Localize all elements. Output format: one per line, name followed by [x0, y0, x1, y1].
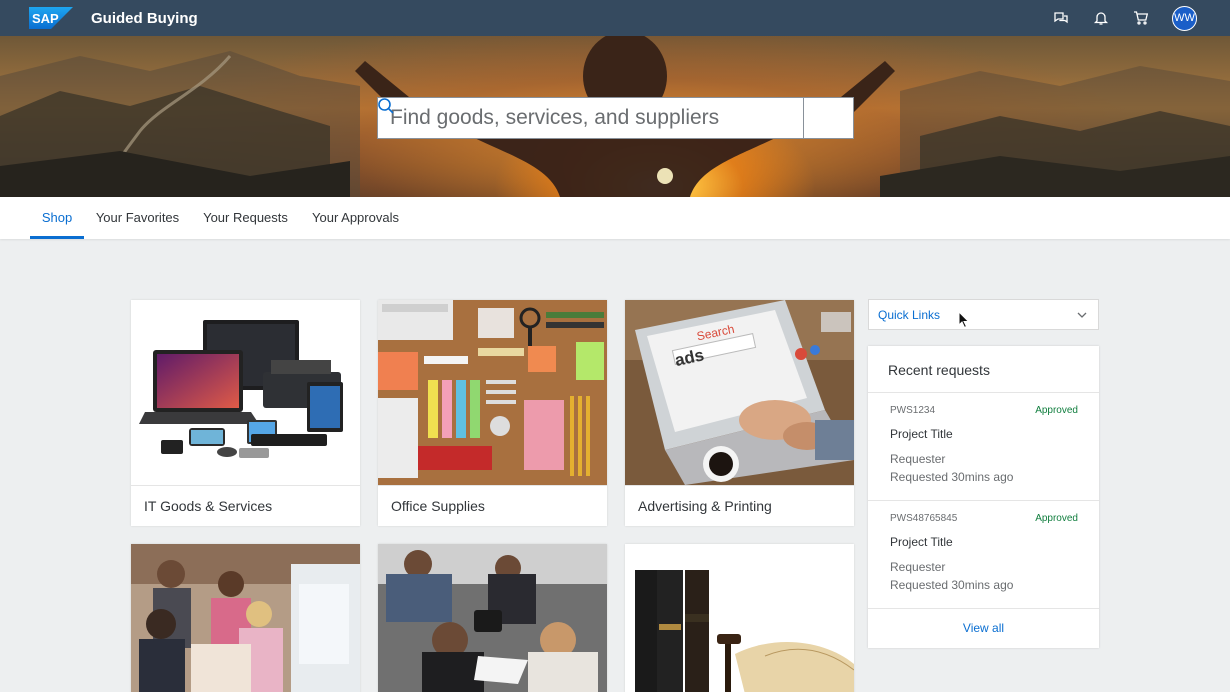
- status-badge: Approved: [1035, 405, 1078, 416]
- quick-links-label: Quick Links: [878, 307, 941, 322]
- category-card-5[interactable]: [378, 544, 607, 692]
- recent-requests-panel: Recent requests PWS1234 Approved Project…: [868, 346, 1099, 648]
- project-title: Project Title: [890, 535, 953, 549]
- tab-your-requests[interactable]: Your Requests: [198, 197, 293, 239]
- category-card-4[interactable]: [131, 544, 360, 692]
- business-meeting-image: [378, 544, 607, 692]
- request-time: Requested 30mins ago: [890, 470, 1014, 484]
- app-title: Guided Buying: [91, 9, 198, 27]
- bell-icon[interactable]: [1092, 9, 1110, 27]
- search-button[interactable]: [378, 97, 854, 139]
- search-icon: [378, 98, 394, 114]
- search-input[interactable]: [377, 97, 803, 139]
- mouse-cursor-icon: [958, 311, 970, 329]
- requester: Requester: [890, 560, 946, 574]
- requester: Requester: [890, 452, 946, 466]
- search-bar: [377, 97, 854, 139]
- sap-logo[interactable]: SAP: [29, 7, 73, 29]
- request-item[interactable]: PWS1234 Approved Project Title Requester…: [868, 392, 1099, 500]
- cart-icon[interactable]: [1132, 9, 1150, 27]
- tab-your-favorites[interactable]: Your Favorites: [90, 197, 185, 239]
- category-card-it-goods[interactable]: IT Goods & Services: [131, 300, 360, 526]
- chat-icon[interactable]: [1052, 9, 1070, 27]
- project-title: Project Title: [890, 427, 953, 441]
- team-meeting-image: [131, 544, 360, 692]
- tab-bar: Shop Your Favorites Your Requests Your A…: [0, 197, 1230, 239]
- category-card-6[interactable]: [625, 544, 854, 692]
- chevron-down-icon: [1077, 312, 1087, 318]
- shell-bar: SAP Guided Buying WW: [0, 0, 1230, 36]
- it-goods-image: [131, 300, 360, 485]
- request-item[interactable]: PWS48765845 Approved Project Title Reque…: [868, 500, 1099, 608]
- view-all-link[interactable]: View all: [868, 621, 1099, 635]
- user-avatar[interactable]: WW: [1172, 5, 1197, 31]
- request-id: PWS1234: [890, 405, 936, 416]
- advertising-image: Search ads: [625, 300, 854, 485]
- request-id: PWS48765845: [890, 513, 958, 524]
- recent-requests-title: Recent requests: [888, 362, 990, 378]
- office-supplies-image: [378, 300, 607, 485]
- sap-logo-text: SAP: [32, 11, 59, 26]
- tab-your-approvals[interactable]: Your Approvals: [306, 197, 405, 239]
- category-card-advertising[interactable]: Search ads Advertising & Printing: [625, 300, 854, 526]
- category-card-office-supplies[interactable]: Office Supplies: [378, 300, 607, 526]
- category-label: IT Goods & Services: [144, 498, 273, 514]
- hero-banner: [0, 36, 1230, 197]
- quick-links-dropdown[interactable]: Quick Links: [868, 299, 1099, 330]
- status-badge: Approved: [1035, 513, 1078, 524]
- legal-image: [625, 544, 854, 692]
- request-time: Requested 30mins ago: [890, 578, 1014, 592]
- tab-shop[interactable]: Shop: [30, 197, 84, 239]
- category-label: Office Supplies: [391, 498, 485, 514]
- category-label: Advertising & Printing: [638, 498, 772, 514]
